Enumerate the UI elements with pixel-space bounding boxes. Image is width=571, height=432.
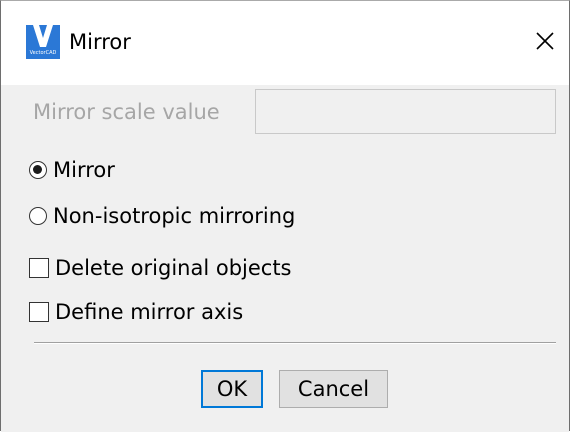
- mirror-scale-input[interactable]: [255, 89, 556, 134]
- dialog-content: Mirror scale value Mirror Non-isotropic …: [1, 85, 569, 432]
- define-axis-checkbox-option[interactable]: Define mirror axis: [29, 297, 243, 327]
- non-isotropic-radio-option[interactable]: Non-isotropic mirroring: [29, 201, 295, 231]
- mirror-radio[interactable]: [29, 161, 47, 179]
- close-button[interactable]: [529, 25, 561, 57]
- ok-button[interactable]: OK: [201, 370, 263, 408]
- mirror-dialog: VectorCAD Mirror Mirror scale value Mirr…: [0, 0, 570, 432]
- button-separator: [34, 342, 556, 344]
- v-letter-icon: [33, 25, 53, 47]
- mirror-radio-label: Mirror: [53, 158, 115, 182]
- close-icon: [536, 32, 554, 50]
- delete-original-checkbox[interactable]: [29, 258, 49, 278]
- mirror-scale-label: Mirror scale value: [33, 100, 220, 124]
- non-isotropic-radio-label: Non-isotropic mirroring: [53, 204, 296, 228]
- window-title: Mirror: [69, 30, 131, 54]
- mirror-radio-option[interactable]: Mirror: [29, 155, 115, 185]
- cancel-button[interactable]: Cancel: [279, 370, 388, 408]
- define-axis-checkbox-label: Define mirror axis: [55, 300, 244, 324]
- define-axis-checkbox[interactable]: [29, 302, 49, 322]
- logo-caption: VectorCAD: [29, 50, 57, 56]
- non-isotropic-radio[interactable]: [29, 207, 47, 225]
- delete-original-checkbox-option[interactable]: Delete original objects: [29, 253, 292, 283]
- delete-original-checkbox-label: Delete original objects: [55, 256, 292, 280]
- app-logo-icon: VectorCAD: [26, 25, 60, 59]
- title-bar[interactable]: VectorCAD Mirror: [1, 1, 569, 85]
